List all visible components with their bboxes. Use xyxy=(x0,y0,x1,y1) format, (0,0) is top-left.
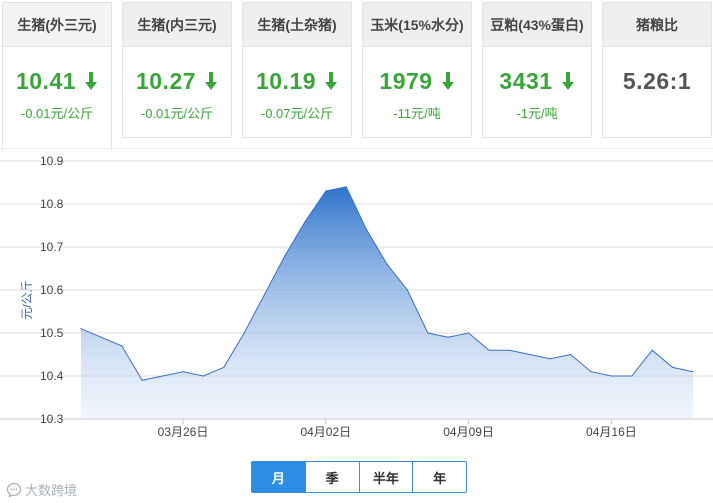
card-value-row: 3431 xyxy=(483,67,591,95)
card-title: 猪粮比 xyxy=(603,3,711,47)
arrow-down-icon xyxy=(205,72,218,90)
card-title: 玉米(15%水分) xyxy=(363,3,471,47)
range-half-year-button[interactable]: 半年 xyxy=(358,462,413,492)
price-point xyxy=(325,190,327,192)
range-year-button[interactable]: 年 xyxy=(412,462,466,492)
price-point xyxy=(631,375,633,377)
price-chart: 元/公斤 10.3 10.4 10.5 10.6 10.7 10.8 10.9 03月26日… xyxy=(0,147,713,453)
y-tick-label: 10.4 xyxy=(40,369,64,383)
card-title: 生猪(土杂猪) xyxy=(243,3,351,47)
watermark-text: 大数跨境 xyxy=(25,483,78,498)
watermark: 大数跨境 xyxy=(6,480,77,499)
card-value-row: 10.19 xyxy=(243,67,351,95)
card-soymeal[interactable]: 豆粕(43%蛋白) 3431 -1元/吨 xyxy=(482,2,592,138)
price-point xyxy=(468,332,470,334)
x-tick-label: 04月02日 xyxy=(300,425,351,439)
range-month-button[interactable]: 月 xyxy=(252,462,305,492)
card-value-row: 10.41 xyxy=(3,67,111,95)
price-point xyxy=(366,229,368,231)
card-change: -0.01元/公斤 xyxy=(140,106,214,121)
arrow-down-icon xyxy=(85,72,98,90)
card-title: 生猪(内三元) xyxy=(123,3,231,47)
price-point xyxy=(447,336,449,338)
price-point xyxy=(386,263,388,265)
y-axis-label: 元/公斤 xyxy=(20,280,34,319)
card-change: -11元/吨 xyxy=(393,106,441,121)
card-change: -0.07元/公斤 xyxy=(260,106,334,121)
price-point xyxy=(284,255,286,257)
x-tick-label: 04月16日 xyxy=(586,425,637,439)
y-tick-label: 10.5 xyxy=(40,326,64,340)
x-tick-label: 03月26日 xyxy=(158,425,209,439)
card-value: 10.27 xyxy=(135,67,197,94)
price-point xyxy=(590,371,592,373)
card-value: 5.26:1 xyxy=(622,67,692,94)
price-point xyxy=(162,375,164,377)
price-cards: 生猪(外三元) 10.41 -0.01元/公斤 生猪(内三元) 10.27 -0… xyxy=(0,0,713,151)
price-point xyxy=(182,371,184,373)
card-pig-local[interactable]: 生猪(土杂猪) 10.19 -0.07元/公斤 xyxy=(242,2,352,138)
card-change: -0.01元/公斤 xyxy=(20,106,94,121)
y-tick-label: 10.6 xyxy=(40,283,64,297)
price-point xyxy=(692,371,694,373)
price-point xyxy=(121,345,123,347)
price-point xyxy=(610,375,613,377)
y-tick-label: 10.7 xyxy=(40,240,64,254)
watermark-logo-icon xyxy=(6,482,22,498)
card-value: 10.41 xyxy=(15,67,77,94)
card-value: 3431 xyxy=(499,67,553,94)
price-point xyxy=(80,328,82,330)
price-point xyxy=(141,379,143,381)
price-point xyxy=(427,332,429,334)
arrow-down-icon xyxy=(325,72,338,90)
price-point xyxy=(202,375,204,377)
y-tick-label: 10.8 xyxy=(40,197,64,211)
range-quarter-button[interactable]: 季 xyxy=(304,462,359,492)
price-point xyxy=(264,293,266,295)
arrow-down-icon xyxy=(441,72,454,90)
price-point xyxy=(488,349,490,351)
card-value-row: 5.26:1 xyxy=(603,67,711,95)
price-point xyxy=(549,358,551,360)
price-chart-svg: 元/公斤 10.3 10.4 10.5 10.6 10.7 10.8 10.9 03月26日… xyxy=(0,147,713,439)
card-title: 豆粕(43%蛋白) xyxy=(483,3,591,47)
card-pig-outer-three[interactable]: 生猪(外三元) 10.41 -0.01元/公斤 xyxy=(2,2,112,151)
price-point xyxy=(672,366,674,368)
y-tick-label: 10.3 xyxy=(40,412,64,426)
price-point xyxy=(570,353,572,356)
price-point xyxy=(508,349,510,351)
card-value: 10.19 xyxy=(255,67,317,94)
card-pig-inner-three[interactable]: 生猪(内三元) 10.27 -0.01元/公斤 xyxy=(122,2,232,138)
price-point xyxy=(529,353,531,356)
price-point xyxy=(243,332,245,334)
price-point xyxy=(304,220,306,222)
card-change: -1元/吨 xyxy=(516,106,558,121)
card-pig-grain-ratio[interactable]: 猪粮比 5.26:1 xyxy=(602,2,712,138)
card-value: 1979 xyxy=(379,67,433,94)
card-value-row: 10.27 xyxy=(123,67,231,95)
y-tick-label: 10.9 xyxy=(40,154,64,168)
card-title: 生猪(外三元) xyxy=(3,3,111,47)
card-value-row: 1979 xyxy=(363,67,471,95)
range-selector: 月 季 半年 年 xyxy=(251,461,467,493)
price-point xyxy=(345,186,347,188)
price-area xyxy=(81,186,693,419)
price-point xyxy=(223,366,225,368)
arrow-down-icon xyxy=(561,72,574,90)
price-point xyxy=(100,336,102,338)
card-corn[interactable]: 玉米(15%水分) 1979 -11元/吨 xyxy=(362,2,472,138)
price-point xyxy=(651,349,653,351)
x-tick-label: 04月09日 xyxy=(443,425,494,439)
price-point xyxy=(406,289,408,291)
